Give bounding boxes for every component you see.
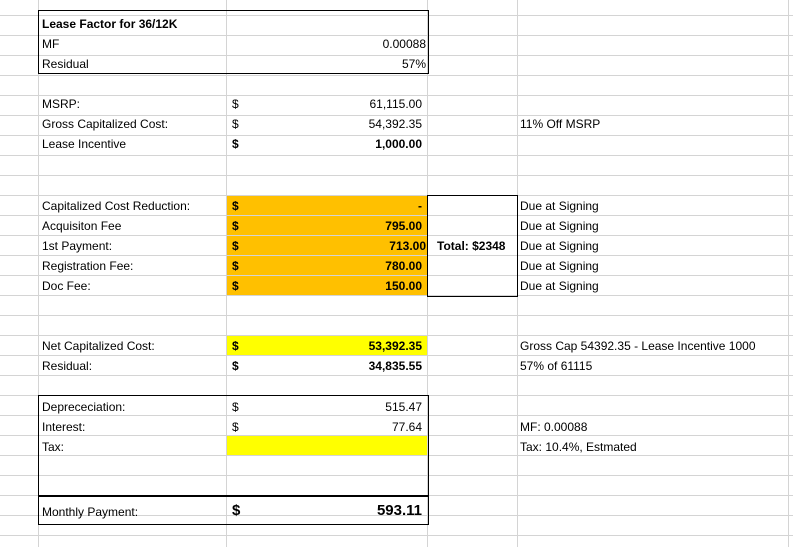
- tax-note[interactable]: Tax: 10.4%, Estmated: [520, 437, 637, 457]
- doc-fee-label[interactable]: Doc Fee:: [42, 276, 91, 296]
- acquisition-fee-value[interactable]: 795.00: [300, 216, 422, 236]
- depreciation-value[interactable]: 515.47: [300, 397, 422, 417]
- first-payment-note[interactable]: Due at Signing: [520, 236, 599, 256]
- first-payment-currency: $: [232, 239, 239, 253]
- residual-value[interactable]: 34,835.55: [300, 356, 422, 376]
- cap-cost-reduction-currency: $: [232, 199, 239, 213]
- grid-row-line: [0, 535, 793, 536]
- gross-cap-label[interactable]: Gross Capitalized Cost:: [42, 114, 168, 134]
- acquisition-fee-label[interactable]: Acquisiton Fee: [42, 216, 121, 236]
- depreciation-currency: $: [232, 400, 239, 414]
- grid-row-line: [0, 175, 793, 176]
- grid-row-line: [0, 315, 793, 316]
- net-cap-label[interactable]: Net Capitalized Cost:: [42, 336, 155, 356]
- registration-fee-label[interactable]: Registration Fee:: [42, 256, 133, 276]
- lease-incentive-label[interactable]: Lease Incentive: [42, 134, 126, 154]
- gross-cap-note[interactable]: 11% Off MSRP: [520, 114, 600, 134]
- msrp-label[interactable]: MSRP:: [42, 94, 80, 114]
- msrp-currency: $: [232, 97, 239, 111]
- cap-cost-reduction-value[interactable]: -: [300, 196, 422, 216]
- lease-factor-title[interactable]: Lease Factor for 36/12K: [42, 14, 177, 34]
- monthly-payment-currency: $: [232, 502, 241, 519]
- registration-fee-currency: $: [232, 259, 239, 273]
- mf-label[interactable]: MF: [42, 34, 59, 54]
- spreadsheet-grid[interactable]: Lease Factor for 36/12K MF 0.00088 Resid…: [0, 0, 793, 547]
- monthly-payment-label[interactable]: Monthly Payment:: [42, 502, 138, 522]
- gross-cap-currency: $: [232, 117, 239, 131]
- depreciation-label[interactable]: Deprececiation:: [42, 397, 125, 417]
- residual-percent-value[interactable]: 57%: [300, 54, 426, 74]
- grid-row-line: [0, 75, 793, 76]
- mf-value[interactable]: 0.00088: [300, 34, 426, 54]
- cap-cost-reduction-label[interactable]: Capitalized Cost Reduction:: [42, 196, 190, 216]
- lease-incentive-currency: $: [232, 137, 239, 151]
- interest-value[interactable]: 77.64: [300, 417, 422, 437]
- doc-fee-currency: $: [232, 279, 239, 293]
- net-cap-value[interactable]: 53,392.35: [300, 336, 422, 356]
- residual-note[interactable]: 57% of 61115: [520, 356, 592, 376]
- total-signing-label[interactable]: Total: $2348: [437, 236, 505, 256]
- registration-fee-value[interactable]: 780.00: [300, 256, 422, 276]
- doc-fee-value[interactable]: 150.00: [300, 276, 422, 296]
- grid-column-line: [788, 0, 789, 547]
- residual-label[interactable]: Residual:: [42, 356, 92, 376]
- payment-box-divider: [38, 495, 429, 497]
- lease-incentive-value[interactable]: 1,000.00: [300, 134, 422, 154]
- net-cap-currency: $: [232, 339, 239, 353]
- interest-label[interactable]: Interest:: [42, 417, 85, 437]
- interest-note[interactable]: MF: 0.00088: [520, 417, 587, 437]
- interest-currency: $: [232, 420, 239, 434]
- net-cap-note[interactable]: Gross Cap 54392.35 - Lease Incentive 100…: [520, 336, 756, 356]
- grid-row-line: [0, 155, 793, 156]
- first-payment-value[interactable]: 713.00: [300, 236, 426, 256]
- monthly-payment-value[interactable]: 593.11: [300, 501, 422, 521]
- acquisition-fee-note[interactable]: Due at Signing: [520, 216, 599, 236]
- residual-percent-label[interactable]: Residual: [42, 54, 89, 74]
- acquisition-fee-currency: $: [232, 219, 239, 233]
- first-payment-label[interactable]: 1st Payment:: [42, 236, 112, 256]
- gross-cap-value[interactable]: 54,392.35: [300, 114, 422, 134]
- msrp-value[interactable]: 61,115.00: [300, 94, 423, 114]
- registration-fee-note[interactable]: Due at Signing: [520, 256, 599, 276]
- cap-cost-reduction-note[interactable]: Due at Signing: [520, 196, 599, 216]
- residual-currency: $: [232, 359, 239, 373]
- doc-fee-note[interactable]: Due at Signing: [520, 276, 599, 296]
- tax-label[interactable]: Tax:: [42, 437, 64, 457]
